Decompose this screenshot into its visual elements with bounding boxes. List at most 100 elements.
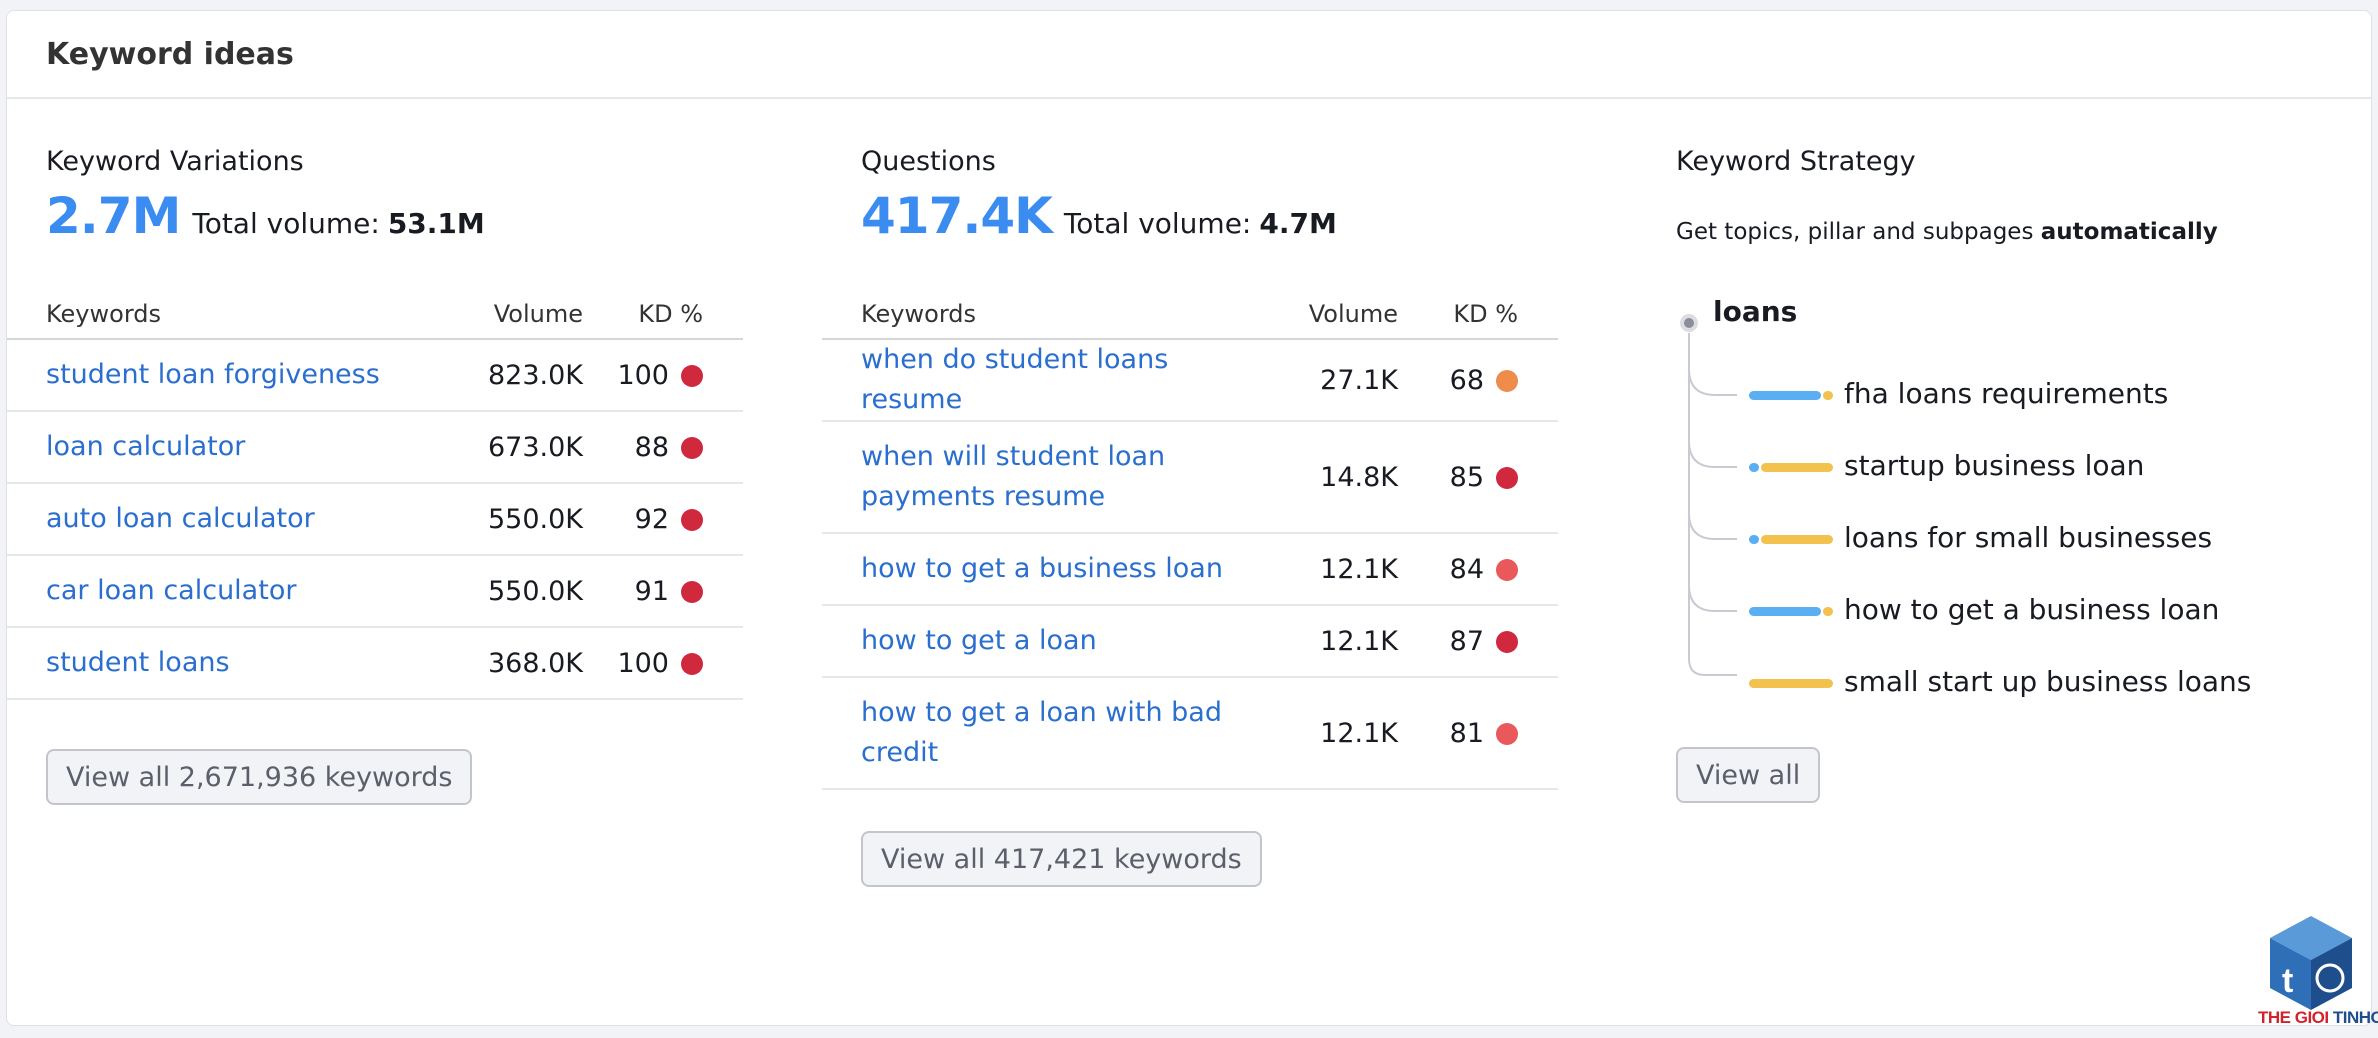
column-header-volume[interactable]: Volume [1248, 289, 1398, 340]
table-row[interactable]: car loan calculator 550.0K 91 [7, 555, 743, 628]
tree-branch [1688, 584, 1737, 612]
view-all-questions-button[interactable]: View all 417,421 keywords [861, 831, 1262, 887]
column-header-keywords[interactable]: Keywords [7, 289, 433, 340]
keyword-cell: when will student loan payments resume [822, 421, 1248, 534]
kd-value: 68 [1449, 364, 1484, 396]
keyword-link[interactable]: how to get a business loan [861, 549, 1223, 589]
intent-bar-yellow [1823, 607, 1833, 616]
keyword-cell: how to get a loan with bad credit [822, 677, 1248, 790]
kd-indicator-icon [681, 436, 703, 459]
tree-trunk [1688, 333, 1737, 676]
kd-cell: 84 [1398, 533, 1558, 606]
volume-cell: 550.0K [433, 555, 583, 628]
keyword-ideas-card: Keyword ideas Keyword Variations 2.7M To… [6, 10, 2372, 1026]
volume-cell: 368.0K [433, 627, 583, 700]
kd-indicator-icon [1496, 466, 1518, 489]
column-header-kd[interactable]: KD % [1398, 289, 1558, 340]
root-node-inner [1684, 318, 1694, 328]
table-row[interactable]: when do student loans resume 27.1K 68 [822, 339, 1558, 422]
kd-value: 85 [1449, 461, 1484, 493]
keyword-link[interactable]: car loan calculator [46, 571, 296, 611]
keyword-cell: student loan forgiveness [7, 339, 433, 412]
kd-value: 81 [1449, 717, 1484, 749]
view-all-strategy-button[interactable]: View all [1676, 747, 1821, 803]
table-row[interactable]: loan calculator 673.0K 88 [7, 411, 743, 484]
keyword-cell: how to get a loan [822, 605, 1248, 678]
intent-bar-blue [1749, 463, 1759, 472]
summary: 2.7M Total volume: 53.1M [46, 187, 485, 245]
keyword-cell: loan calculator [7, 411, 433, 484]
volume-cell: 14.8K [1248, 421, 1398, 534]
question-table: Keywords Volume KD % when do student loa… [822, 289, 1558, 790]
table-row[interactable]: how to get a loan 12.1K 87 [822, 605, 1558, 678]
kd-indicator-icon [681, 364, 703, 387]
column-header-keywords[interactable]: Keywords [822, 289, 1248, 340]
keyword-link[interactable]: when will student loan payments resume [861, 437, 1248, 517]
keyword-rows: student loan forgiveness 823.0K 100 loan ca… [7, 339, 743, 700]
kd-indicator-icon [1496, 558, 1518, 581]
table-row[interactable]: how to get a loan with bad credit 12.1K 81 [822, 677, 1558, 790]
kd-indicator-icon [1496, 630, 1518, 653]
intent-bar-yellow [1761, 535, 1833, 544]
section-heading: Questions [861, 146, 996, 177]
keyword-link[interactable]: student loans [46, 643, 230, 683]
total-volume-value: 4.7M [1259, 207, 1337, 240]
volume-cell: 12.1K [1248, 533, 1398, 606]
keyword-cell: car loan calculator [7, 555, 433, 628]
tree-item[interactable]: small start up business loans [1844, 665, 2251, 698]
keyword-cell: student loans [7, 627, 433, 700]
kd-cell: 100 [583, 627, 743, 700]
keyword-link[interactable]: how to get a loan with bad credit [861, 693, 1248, 773]
tree-item[interactable]: loans for small businesses [1844, 521, 2212, 554]
total-volume-label: Total volume: [192, 207, 380, 240]
keyword-link[interactable]: loan calculator [46, 427, 245, 467]
kd-cell: 87 [1398, 605, 1558, 678]
kd-cell: 85 [1398, 421, 1558, 534]
keyword-link[interactable]: when do student loans resume [861, 340, 1248, 420]
tree-branch [1688, 512, 1737, 540]
kd-cell: 88 [583, 411, 743, 484]
kd-indicator-icon [681, 652, 703, 675]
view-all-variations-button[interactable]: View all 2,671,936 keywords [46, 749, 473, 805]
intent-bar-blue [1749, 535, 1759, 544]
tree-item[interactable]: startup business loan [1844, 449, 2144, 482]
intent-bar-yellow [1749, 679, 1833, 688]
keyword-cell: how to get a business loan [822, 533, 1248, 606]
tree-item[interactable]: fha loans requirements [1844, 377, 2168, 410]
kd-cell: 68 [1398, 339, 1558, 422]
kd-cell: 92 [583, 483, 743, 556]
watermark-text: THE GIOI TINHOC [2258, 1008, 2378, 1028]
table-row[interactable]: auto loan calculator 550.0K 92 [7, 483, 743, 556]
kd-indicator-icon [681, 580, 703, 603]
volume-cell: 27.1K [1248, 339, 1398, 422]
volume-cell: 12.1K [1248, 677, 1398, 790]
kd-value: 100 [617, 647, 669, 679]
table-row[interactable]: student loan forgiveness 823.0K 100 [7, 339, 743, 412]
volume-cell: 550.0K [433, 483, 583, 556]
table-row[interactable]: how to get a business loan 12.1K 84 [822, 533, 1558, 606]
kd-value: 92 [634, 503, 669, 535]
tree-root-label[interactable]: loans [1713, 295, 1797, 328]
table-row[interactable]: student loans 368.0K 100 [7, 627, 743, 700]
kd-cell: 81 [1398, 677, 1558, 790]
keyword-count: 2.7M [46, 187, 181, 245]
strategy-tree [1680, 314, 1833, 688]
kd-cell: 100 [583, 339, 743, 412]
keyword-link[interactable]: student loan forgiveness [46, 355, 380, 395]
card-title: Keyword ideas [46, 36, 294, 72]
tree-branch [1688, 368, 1737, 396]
keyword-link[interactable]: how to get a loan [861, 621, 1097, 661]
column-header-volume[interactable]: Volume [433, 289, 583, 340]
volume-cell: 12.1K [1248, 605, 1398, 678]
column-header-kd[interactable]: KD % [583, 289, 743, 340]
kd-value: 84 [1449, 553, 1484, 585]
tree-branch [1688, 440, 1737, 468]
question-count: 417.4K [861, 187, 1053, 245]
table-row[interactable]: when will student loan payments resume 14… [822, 421, 1558, 534]
section-heading: Keyword Variations [46, 146, 304, 177]
total-volume-label: Total volume: [1063, 207, 1252, 240]
tree-item[interactable]: how to get a business loan [1844, 593, 2219, 626]
kd-indicator-icon [1496, 722, 1518, 745]
keyword-link[interactable]: auto loan calculator [46, 499, 315, 539]
question-rows: when do student loans resume 27.1K 68 when … [822, 339, 1558, 790]
